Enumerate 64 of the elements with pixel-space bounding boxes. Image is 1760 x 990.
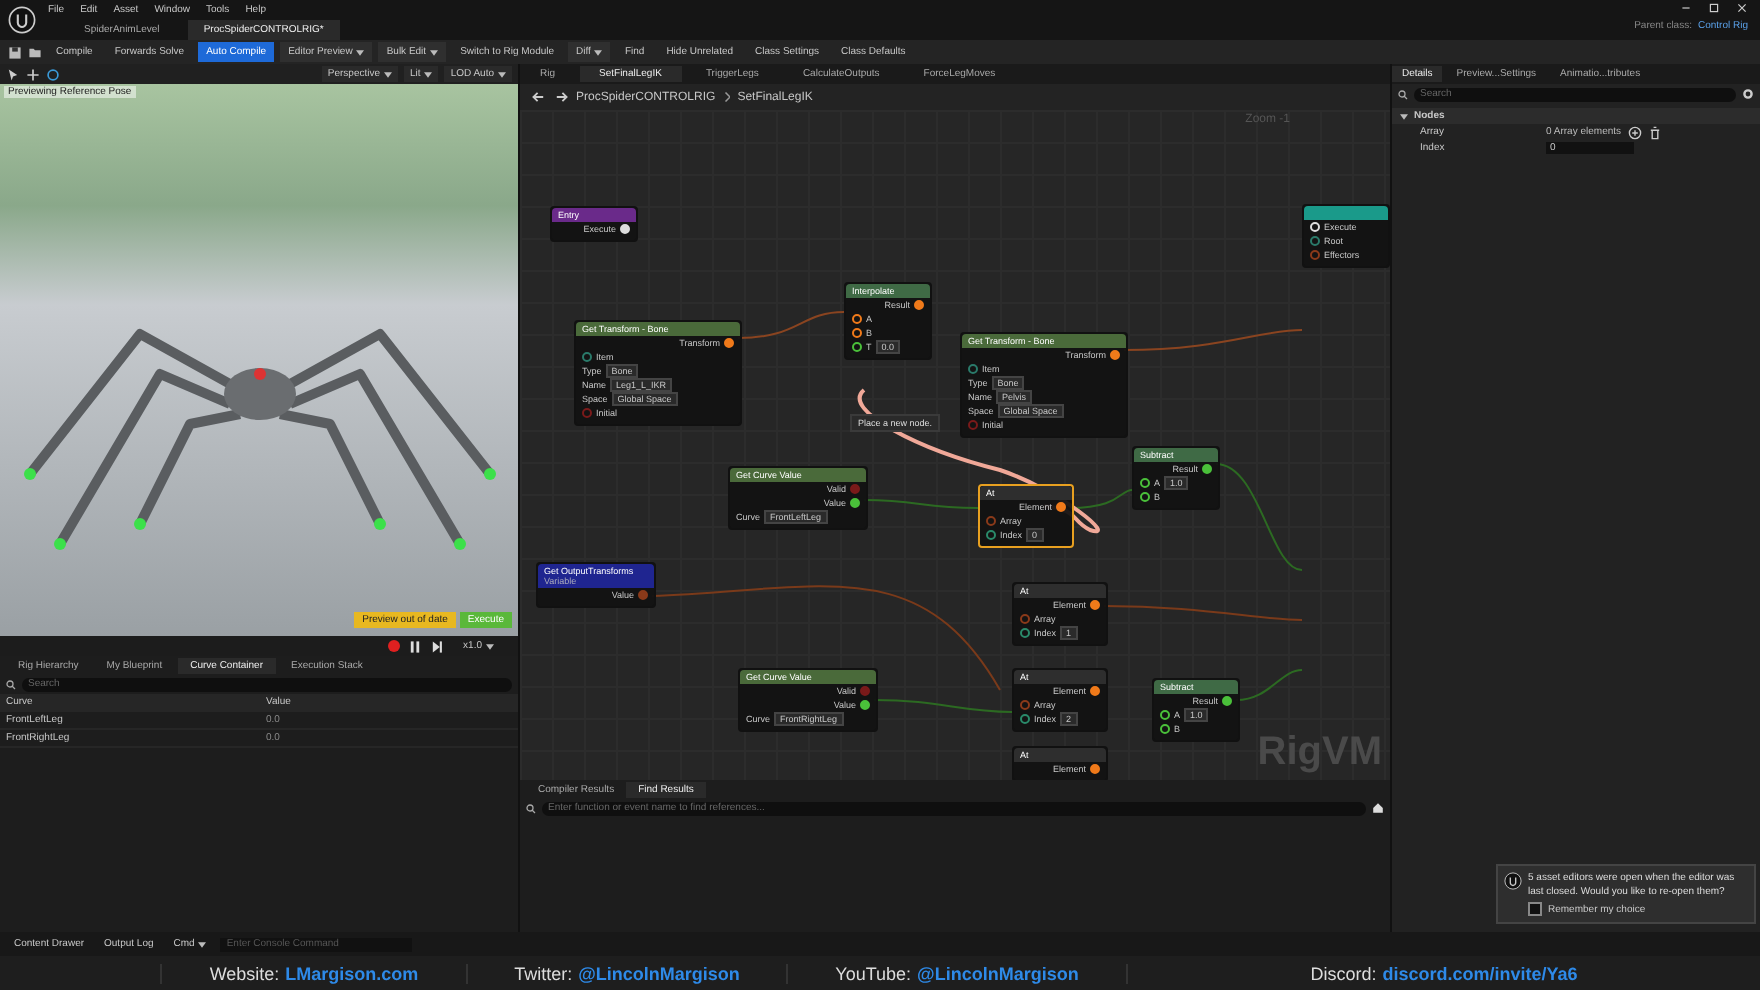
banner-label: Website: [209,963,280,983]
pin-icon[interactable] [860,700,870,710]
move-tool-icon[interactable] [26,67,40,81]
caret-icon [198,941,207,947]
pin-icon[interactable] [1110,350,1120,360]
banner-label: YouTube: [835,963,912,983]
caret-icon [356,49,365,55]
record-icon[interactable] [387,640,400,652]
settings-icon[interactable] [1742,88,1754,100]
checkbox[interactable] [1528,902,1542,916]
pin-icon[interactable] [1202,464,1212,474]
pin-icon[interactable] [1056,502,1066,512]
search-icon [1398,89,1408,99]
banner-label: Discord: [1310,963,1377,983]
search-icon [6,679,16,689]
home-icon[interactable] [1372,802,1384,814]
caret-icon [498,71,506,77]
pin-icon[interactable] [724,338,734,348]
engine-logo-icon [1504,872,1522,890]
close-icon[interactable] [1736,2,1748,14]
node-header [1304,206,1388,220]
pin-icon[interactable] [852,314,862,324]
caret-icon [384,71,393,77]
pin-icon[interactable] [1222,696,1232,706]
pin-icon[interactable] [1090,686,1100,696]
pause-icon[interactable] [407,639,422,653]
pin-icon[interactable] [914,300,924,310]
wire [873,699,1013,713]
pin-icon[interactable] [852,328,862,338]
chevron-icon [723,92,730,102]
banner-link[interactable]: LMargison.com [285,963,419,983]
search-icon [526,803,536,813]
step-icon[interactable] [429,639,444,653]
maximize-icon[interactable] [1708,2,1720,14]
pin-icon[interactable] [850,498,860,508]
banner-link[interactable]: discord.com/invite/Ya6 [1382,963,1578,983]
save-icon[interactable] [8,45,22,59]
wire [1215,463,1303,571]
pin-icon[interactable] [852,342,862,352]
minimize-icon[interactable] [1680,2,1692,14]
back-arrow-icon[interactable] [532,90,546,104]
trash-icon[interactable] [1647,125,1662,139]
engine-logo-icon [8,6,36,34]
forward-arrow-icon[interactable] [554,90,568,104]
pin-icon[interactable] [1140,478,1150,488]
caret-icon [430,49,439,55]
caret-icon [424,71,433,77]
pin-icon[interactable] [1090,600,1100,610]
pin-icon[interactable] [1160,710,1170,720]
wire [1235,669,1303,701]
add-icon[interactable] [1627,125,1642,139]
collapse-caret-icon[interactable] [1400,113,1408,119]
wire [863,499,979,509]
folder-icon[interactable] [28,45,42,59]
banner-link[interactable]: @LincolnMargison [578,963,740,983]
caret-icon [594,49,603,55]
pin-icon[interactable] [1140,492,1150,502]
pin-icon[interactable] [1090,764,1100,774]
pin-icon[interactable] [1160,724,1170,734]
rotate-tool-icon[interactable] [46,67,60,81]
wire [737,311,845,339]
banner-label: Twitter: [514,963,573,983]
banner-link[interactable]: @LincolnMargison [917,963,1079,983]
caret-icon [486,643,494,649]
